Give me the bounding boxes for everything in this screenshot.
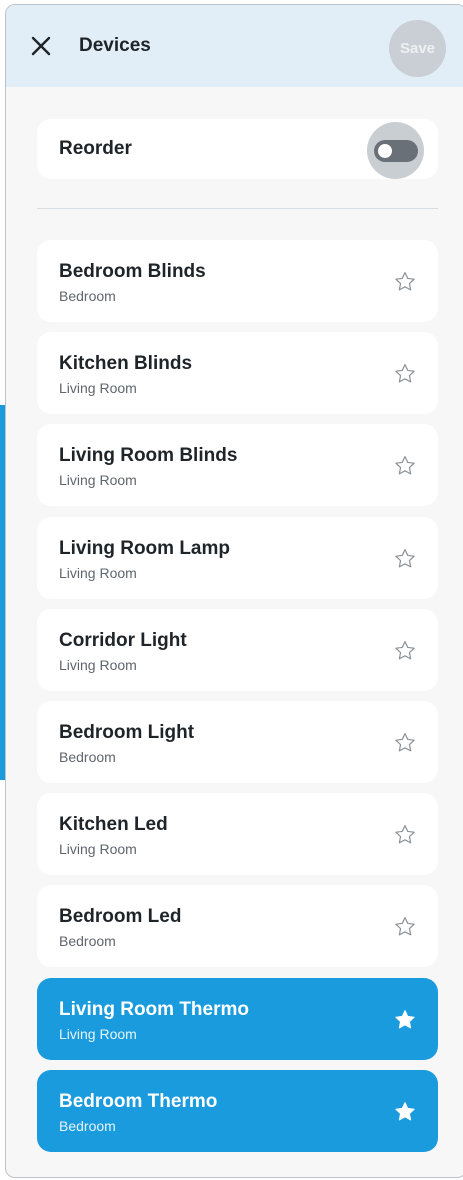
favorite-toggle-button[interactable] — [393, 915, 417, 939]
device-name: Bedroom Led — [59, 906, 182, 928]
device-room: Bedroom — [59, 748, 116, 765]
device-name: Bedroom Light — [59, 721, 195, 743]
favorite-toggle-button[interactable] — [393, 823, 417, 847]
device-name: Kitchen Led — [59, 814, 168, 836]
device-card[interactable]: Kitchen Blinds Living Room — [37, 332, 438, 415]
close-button[interactable] — [28, 33, 54, 59]
star-outline-icon — [395, 825, 415, 844]
device-room: Bedroom — [59, 933, 116, 950]
device-list: Bedroom Blinds Bedroom Kitchen Blinds Livin… — [37, 240, 438, 1162]
favorite-toggle-button[interactable] — [393, 639, 417, 663]
star-outline-icon — [395, 548, 415, 568]
star-filled-icon — [395, 1101, 415, 1121]
favorite-toggle-button[interactable] — [393, 731, 417, 755]
star-filled-icon — [395, 1009, 415, 1028]
device-name: Living Room Blinds — [59, 445, 238, 467]
device-room: Living Room — [59, 841, 137, 858]
close-icon — [31, 36, 51, 56]
device-name: Living Room Lamp — [59, 537, 230, 559]
device-card[interactable]: Kitchen Led Living Room — [37, 793, 438, 876]
device-card[interactable]: Corridor Light Living Room — [37, 608, 438, 691]
star-outline-icon — [395, 272, 415, 291]
star-outline-icon — [395, 640, 415, 660]
reorder-row: Reorder — [37, 119, 438, 179]
device-card[interactable]: Bedroom Led Bedroom — [37, 885, 438, 968]
device-room: Bedroom — [59, 1117, 116, 1134]
panel-header: Devices Save — [6, 5, 463, 87]
favorite-toggle-button[interactable] — [393, 270, 417, 294]
device-room: Living Room — [59, 564, 137, 581]
favorite-toggle-button[interactable] — [393, 454, 417, 478]
device-card[interactable]: Bedroom Light Bedroom — [37, 700, 438, 783]
star-outline-icon — [395, 364, 415, 383]
star-outline-icon — [395, 456, 415, 475]
devices-screen: Devices Save Reorder Bedroom Blinds Bedro… — [0, 0, 463, 1180]
device-room: Living Room — [59, 656, 137, 673]
device-name: Kitchen Blinds — [59, 353, 193, 375]
page-title: Devices — [79, 35, 151, 56]
device-room: Bedroom — [59, 288, 116, 304]
reorder-label: Reorder — [59, 138, 132, 159]
divider — [37, 208, 438, 209]
device-name: Bedroom Blinds — [59, 261, 206, 282]
device-name: Bedroom Thermo — [59, 1090, 218, 1112]
devices-panel: Devices Save Reorder Bedroom Blinds Bedro… — [5, 4, 463, 1178]
favorite-toggle-button[interactable] — [393, 1008, 417, 1032]
save-button[interactable]: Save — [389, 20, 446, 77]
device-card[interactable]: Living Room Blinds Living Room — [37, 424, 438, 507]
device-card[interactable]: Bedroom Thermo Bedroom — [37, 1069, 438, 1152]
star-outline-icon — [395, 732, 415, 752]
device-room: Living Room — [59, 1025, 137, 1042]
device-card[interactable]: Bedroom Blinds Bedroom — [37, 240, 438, 322]
device-card[interactable]: Living Room Lamp Living Room — [37, 516, 438, 599]
star-outline-icon — [395, 917, 415, 936]
device-room: Living Room — [59, 380, 137, 397]
favorite-toggle-button[interactable] — [393, 362, 417, 386]
favorite-toggle-button[interactable] — [393, 547, 417, 571]
device-room: Living Room — [59, 472, 137, 489]
reorder-toggle-knob — [378, 144, 392, 158]
device-name: Corridor Light — [59, 629, 187, 651]
device-card[interactable]: Living Room Thermo Living Room — [37, 977, 438, 1060]
favorite-toggle-button[interactable] — [393, 1100, 417, 1124]
device-name: Living Room Thermo — [59, 998, 249, 1020]
